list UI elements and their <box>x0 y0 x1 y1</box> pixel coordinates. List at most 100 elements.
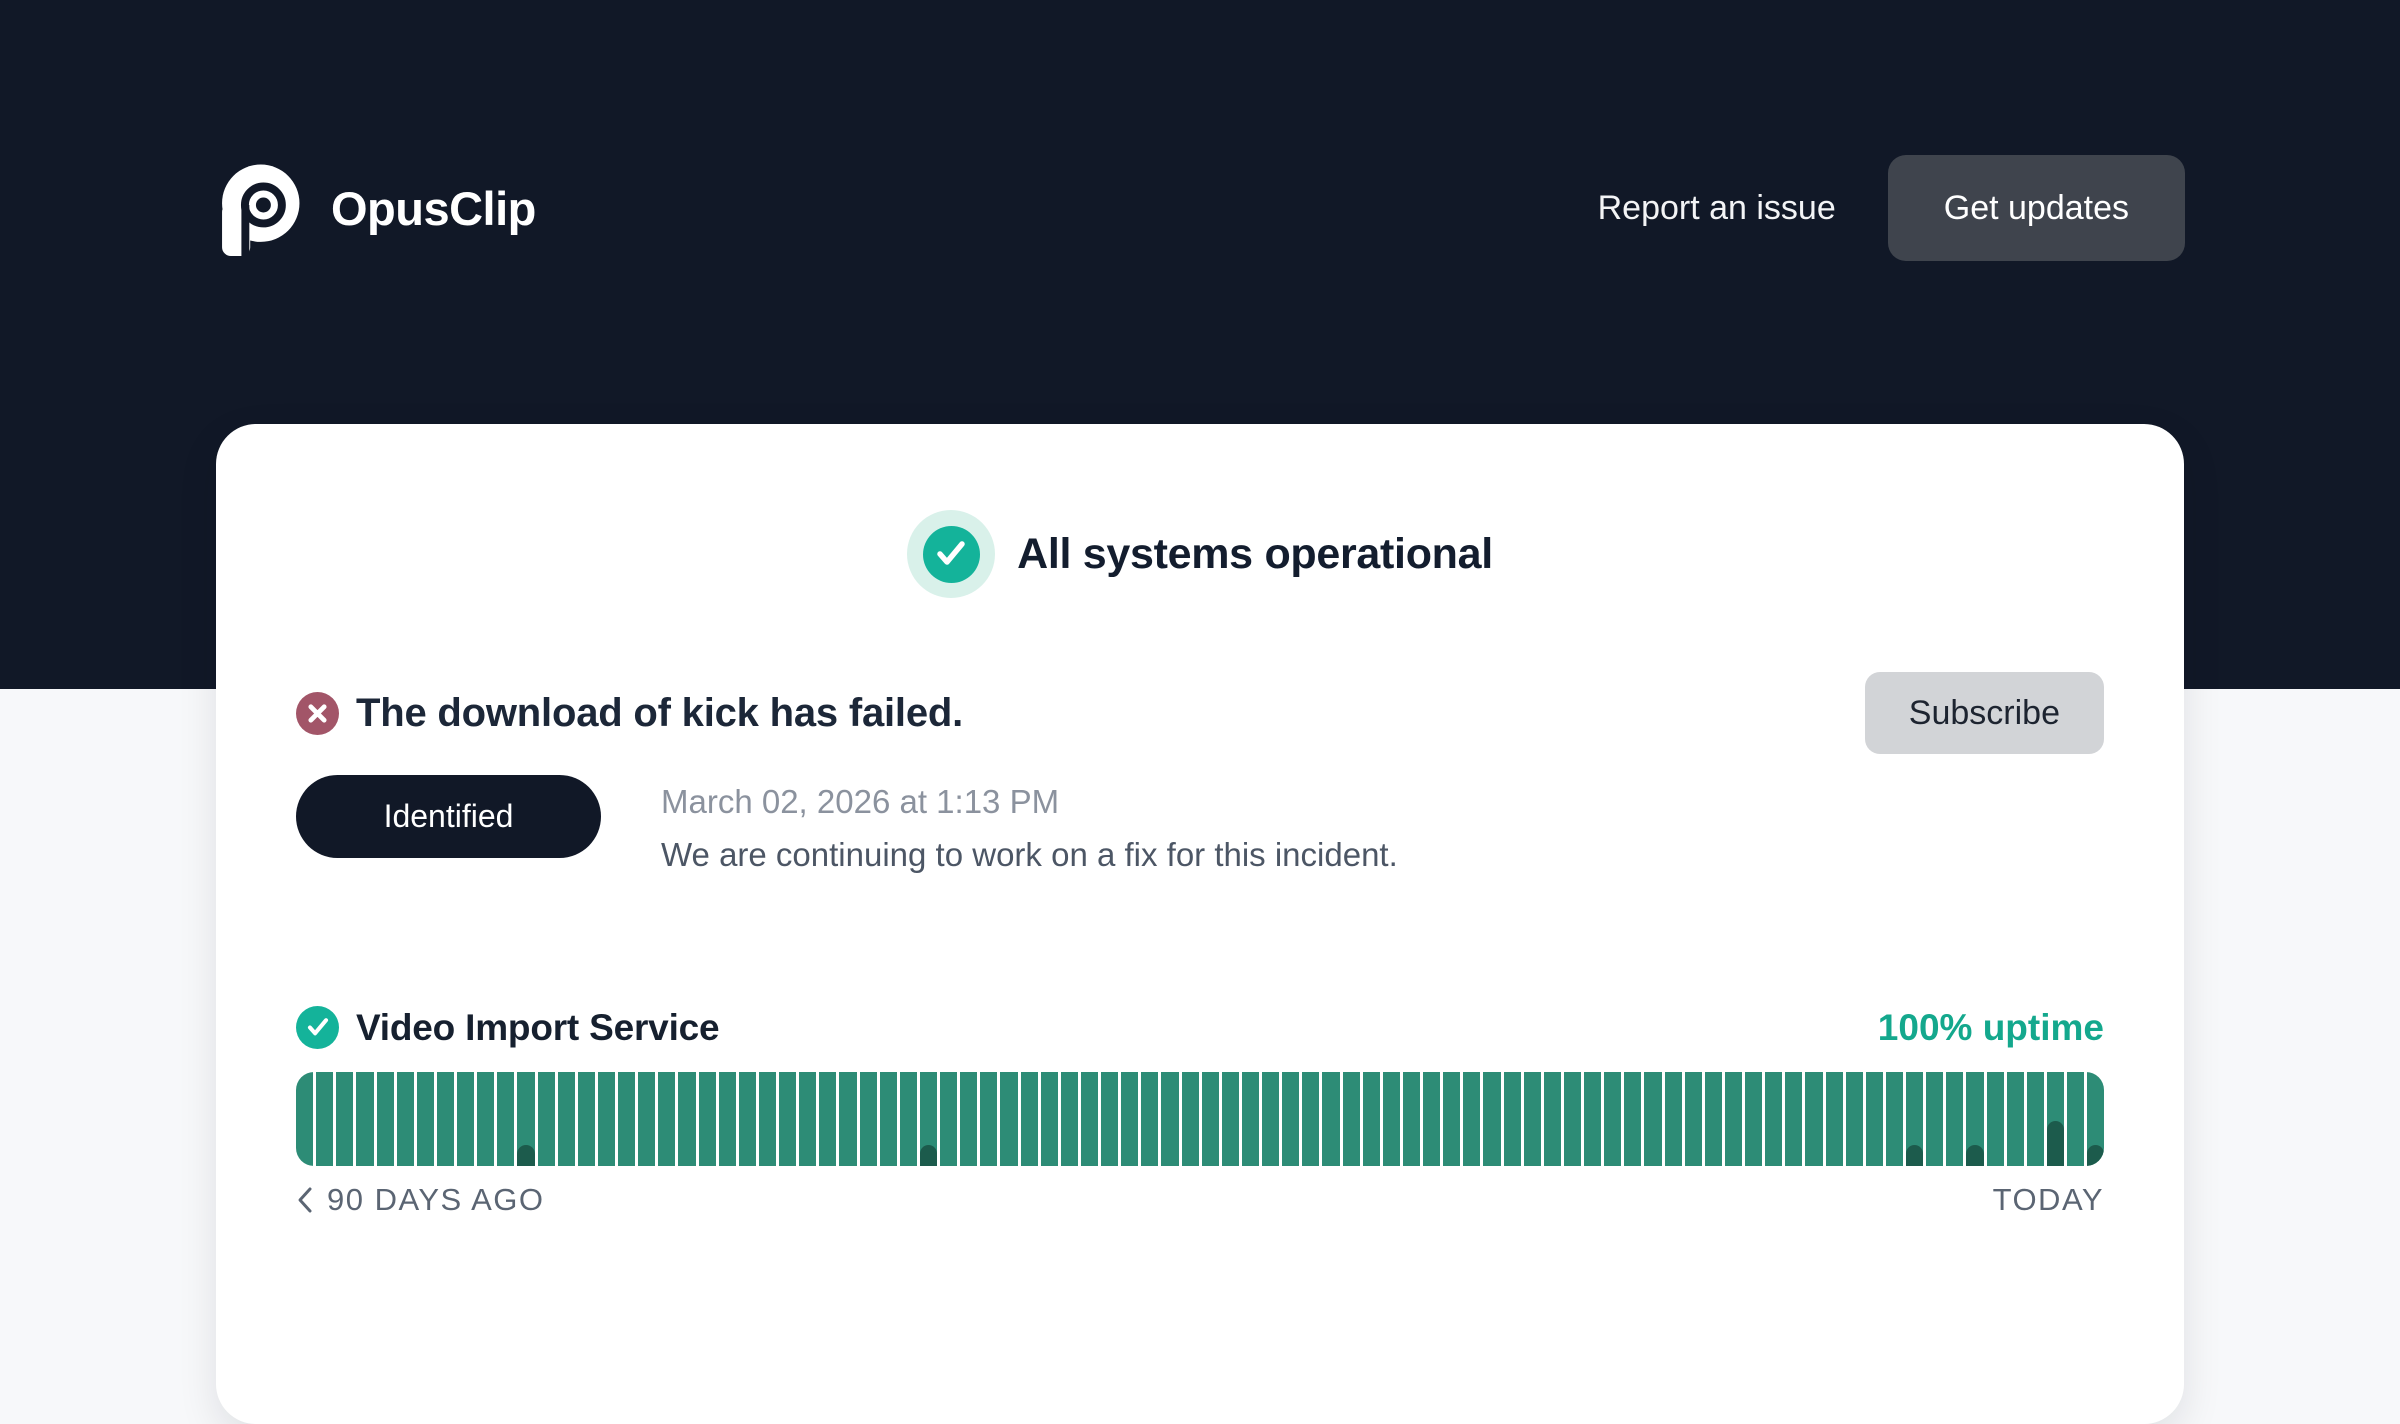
uptime-bar-day[interactable] <box>618 1072 636 1166</box>
uptime-bar-day[interactable] <box>1563 1072 1581 1166</box>
uptime-bar-day[interactable] <box>2087 1072 2104 1166</box>
uptime-bar-day[interactable] <box>2026 1072 2044 1166</box>
uptime-bar-day[interactable] <box>1262 1072 1280 1166</box>
uptime-bar-day[interactable] <box>779 1072 797 1166</box>
uptime-bar-day[interactable] <box>1664 1072 1682 1166</box>
uptime-bar-day[interactable] <box>919 1072 937 1166</box>
uptime-bar-day[interactable] <box>1624 1072 1642 1166</box>
uptime-bar-day[interactable] <box>1362 1072 1380 1166</box>
uptime-bar-day[interactable] <box>537 1072 555 1166</box>
uptime-bar-day[interactable] <box>718 1072 736 1166</box>
uptime-bar-day[interactable] <box>1543 1072 1561 1166</box>
uptime-bar-day[interactable] <box>1040 1072 1058 1166</box>
uptime-bar-day[interactable] <box>477 1072 495 1166</box>
get-updates-button[interactable]: Get updates <box>1887 155 2185 261</box>
uptime-bar-day[interactable] <box>1604 1072 1622 1166</box>
uptime-bar-day[interactable] <box>839 1072 857 1166</box>
uptime-bar-day[interactable] <box>658 1072 676 1166</box>
header-actions: Report an issue Get updates <box>1598 155 2185 261</box>
service-ok-icon <box>296 1006 339 1049</box>
uptime-bar-day[interactable] <box>597 1072 615 1166</box>
uptime-bar-day[interactable] <box>1101 1072 1119 1166</box>
uptime-bar-day[interactable] <box>436 1072 454 1166</box>
uptime-bar-day[interactable] <box>698 1072 716 1166</box>
uptime-bar-day[interactable] <box>1161 1072 1179 1166</box>
uptime-bar-day[interactable] <box>899 1072 917 1166</box>
uptime-bar-day[interactable] <box>1865 1072 1883 1166</box>
uptime-bar-day[interactable] <box>678 1072 696 1166</box>
uptime-bar-day[interactable] <box>1885 1072 1903 1166</box>
uptime-bar-day[interactable] <box>940 1072 958 1166</box>
uptime-bar-day[interactable] <box>758 1072 776 1166</box>
uptime-bar-day[interactable] <box>1020 1072 1038 1166</box>
uptime-bar-day[interactable] <box>1825 1072 1843 1166</box>
uptime-bar-day[interactable] <box>1241 1072 1259 1166</box>
uptime-bar-day[interactable] <box>638 1072 656 1166</box>
uptime-bar-day[interactable] <box>1181 1072 1199 1166</box>
timeline-prev-control[interactable]: 90 DAYS AGO <box>296 1182 545 1218</box>
uptime-bar-day[interactable] <box>1805 1072 1823 1166</box>
uptime-bar-day[interactable] <box>497 1072 515 1166</box>
uptime-bar-day[interactable] <box>1745 1072 1763 1166</box>
uptime-bar-day[interactable] <box>1704 1072 1722 1166</box>
uptime-bar-day[interactable] <box>1483 1072 1501 1166</box>
uptime-bar-day[interactable] <box>1201 1072 1219 1166</box>
uptime-bar-day[interactable] <box>517 1072 535 1166</box>
uptime-bar-day[interactable] <box>1382 1072 1400 1166</box>
uptime-bars[interactable] <box>296 1072 2104 1166</box>
uptime-bar-day[interactable] <box>1060 1072 1078 1166</box>
uptime-bar-day[interactable] <box>1946 1072 1964 1166</box>
uptime-bar-day[interactable] <box>1141 1072 1159 1166</box>
uptime-bar-day[interactable] <box>1503 1072 1521 1166</box>
status-card: All systems operational The download of … <box>216 424 2184 1424</box>
uptime-bar-day[interactable] <box>416 1072 434 1166</box>
uptime-bar-day[interactable] <box>1402 1072 1420 1166</box>
uptime-bar-day[interactable] <box>1282 1072 1300 1166</box>
uptime-bar-day[interactable] <box>2046 1072 2064 1166</box>
uptime-bar-day[interactable] <box>1423 1072 1441 1166</box>
uptime-bar-day[interactable] <box>356 1072 374 1166</box>
uptime-bar-day[interactable] <box>577 1072 595 1166</box>
uptime-bar-day[interactable] <box>1302 1072 1320 1166</box>
uptime-bar-day[interactable] <box>457 1072 475 1166</box>
uptime-bar-day[interactable] <box>799 1072 817 1166</box>
uptime-bar-day[interactable] <box>879 1072 897 1166</box>
uptime-bar-day[interactable] <box>1000 1072 1018 1166</box>
uptime-bar-day[interactable] <box>316 1072 334 1166</box>
uptime-bar-day[interactable] <box>376 1072 394 1166</box>
uptime-bar-day[interactable] <box>1966 1072 1984 1166</box>
uptime-bar-day[interactable] <box>1463 1072 1481 1166</box>
uptime-bar-day[interactable] <box>1765 1072 1783 1166</box>
uptime-bar-day[interactable] <box>980 1072 998 1166</box>
uptime-bar-day[interactable] <box>1785 1072 1803 1166</box>
uptime-bar-day[interactable] <box>1684 1072 1702 1166</box>
uptime-bar-day[interactable] <box>1443 1072 1461 1166</box>
report-issue-link[interactable]: Report an issue <box>1598 189 1836 228</box>
uptime-bar-day[interactable] <box>1986 1072 2004 1166</box>
uptime-bar-day[interactable] <box>1845 1072 1863 1166</box>
uptime-bar-day[interactable] <box>1322 1072 1340 1166</box>
subscribe-button[interactable]: Subscribe <box>1864 672 2104 754</box>
uptime-bar-day[interactable] <box>1926 1072 1944 1166</box>
uptime-bar-day[interactable] <box>396 1072 414 1166</box>
uptime-bar-day[interactable] <box>557 1072 575 1166</box>
uptime-bar-day[interactable] <box>1342 1072 1360 1166</box>
uptime-bar-day[interactable] <box>336 1072 354 1166</box>
uptime-bar-day[interactable] <box>1221 1072 1239 1166</box>
uptime-bar-day[interactable] <box>738 1072 756 1166</box>
uptime-bar-day[interactable] <box>1080 1072 1098 1166</box>
uptime-bar-day[interactable] <box>2067 1072 2085 1166</box>
brand[interactable]: OpusClip <box>215 161 536 256</box>
uptime-bar-day[interactable] <box>1644 1072 1662 1166</box>
uptime-bar-day[interactable] <box>1906 1072 1924 1166</box>
uptime-bar-day[interactable] <box>1121 1072 1139 1166</box>
uptime-bar-day[interactable] <box>859 1072 877 1166</box>
uptime-bar-day[interactable] <box>819 1072 837 1166</box>
service-name: Video Import Service <box>356 1006 720 1048</box>
uptime-bar-day[interactable] <box>296 1072 314 1166</box>
uptime-bar-day[interactable] <box>1584 1072 1602 1166</box>
uptime-bar-day[interactable] <box>2006 1072 2024 1166</box>
uptime-bar-day[interactable] <box>1724 1072 1742 1166</box>
uptime-bar-day[interactable] <box>1523 1072 1541 1166</box>
uptime-bar-day[interactable] <box>960 1072 978 1166</box>
